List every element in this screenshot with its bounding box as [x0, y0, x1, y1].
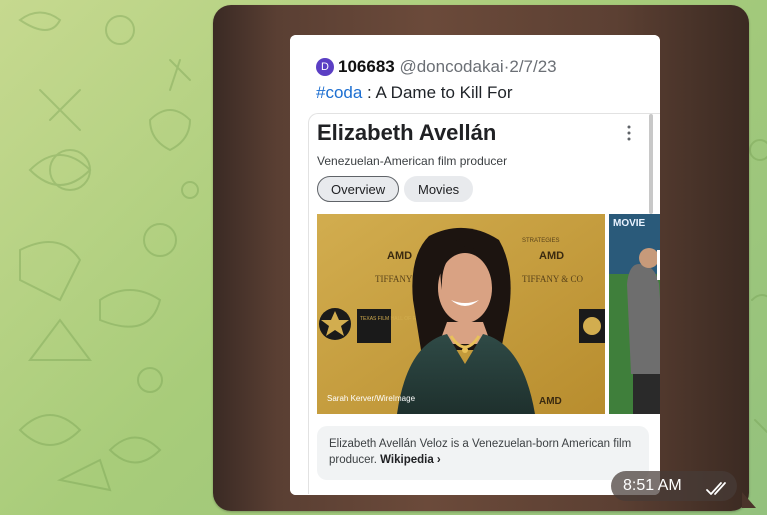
crop-corner-top-left — [290, 35, 307, 52]
backdrop-tiffany-right: TIFFANY & CO — [522, 274, 584, 284]
tab-movies: Movies — [404, 176, 474, 202]
secondary-photo-image: MOVIE — [609, 214, 660, 414]
crop-mark-right — [657, 250, 660, 280]
crop-mark-top — [460, 35, 490, 38]
crop-mark-bottom — [460, 492, 490, 495]
secondary-photo: MOVIE — [609, 214, 660, 414]
backdrop-amd-left: AMD — [387, 250, 412, 262]
double-check-icon — [705, 478, 731, 508]
bubble-tail — [742, 492, 756, 508]
backdrop-strategies: STRATEGIES — [522, 238, 560, 244]
tweet-handle: @doncodakai — [399, 57, 504, 76]
backdrop-tiffany-left: TIFFANY — [375, 274, 413, 284]
message-timestamp: 8:51 AM — [611, 471, 737, 501]
kebab-menu-icon — [626, 124, 632, 142]
description-body: Elizabeth Avellán Veloz is a Venezuelan-… — [329, 438, 632, 466]
tab-overview: Overview — [317, 176, 400, 202]
tweet-header: D 106683 @doncodakai·2/7/23 — [316, 57, 557, 77]
knowledge-panel-card: Elizabeth Avellán Venezuelan-American fi… — [308, 113, 660, 494]
backdrop-amd-right: AMD — [539, 250, 564, 262]
description-text: Elizabeth Avellán Veloz is a Venezuelan-… — [329, 436, 639, 468]
card-scrollbar — [649, 114, 653, 214]
backdrop-amd-bottom: AMD — [539, 396, 562, 407]
wikipedia-link: Wikipedia › — [380, 454, 441, 466]
description-box: Elizabeth Avellán Veloz is a Venezuelan-… — [317, 426, 649, 480]
backdrop-movie: MOVIE — [613, 218, 646, 229]
photo-message-bubble[interactable]: D 106683 @doncodakai·2/7/23 #coda : A Dam… — [213, 5, 749, 511]
person-photo-image: AMD AMD TIFFANY TIFFANY & CO STRATEGIES … — [317, 214, 605, 414]
tweet-author-name: 106683 — [338, 57, 395, 76]
photo-credit: Sarah Kerver/WireImage — [327, 394, 416, 403]
tweet-date: 2/7/23 — [509, 57, 557, 76]
card-title: Elizabeth Avellán — [317, 120, 497, 145]
chat-background: D 106683 @doncodakai·2/7/23 #coda : A Dam… — [0, 0, 767, 515]
tweet-text: #coda : A Dame to Kill For — [316, 83, 513, 103]
screenshot-photo[interactable]: D 106683 @doncodakai·2/7/23 #coda : A Dam… — [290, 35, 660, 495]
tweet-hashtag: #coda — [316, 83, 363, 102]
tweet-body: : A Dame to Kill For — [362, 83, 513, 102]
crop-corner-bottom-left — [290, 478, 307, 495]
avatar: D — [316, 58, 334, 76]
person-photo: AMD AMD TIFFANY TIFFANY & CO STRATEGIES … — [317, 214, 605, 414]
message-time: 8:51 AM — [623, 477, 682, 494]
card-subtitle: Venezuelan-American film producer — [317, 154, 508, 168]
crop-corner-top-right — [643, 35, 660, 52]
crop-mark-left — [290, 250, 293, 280]
